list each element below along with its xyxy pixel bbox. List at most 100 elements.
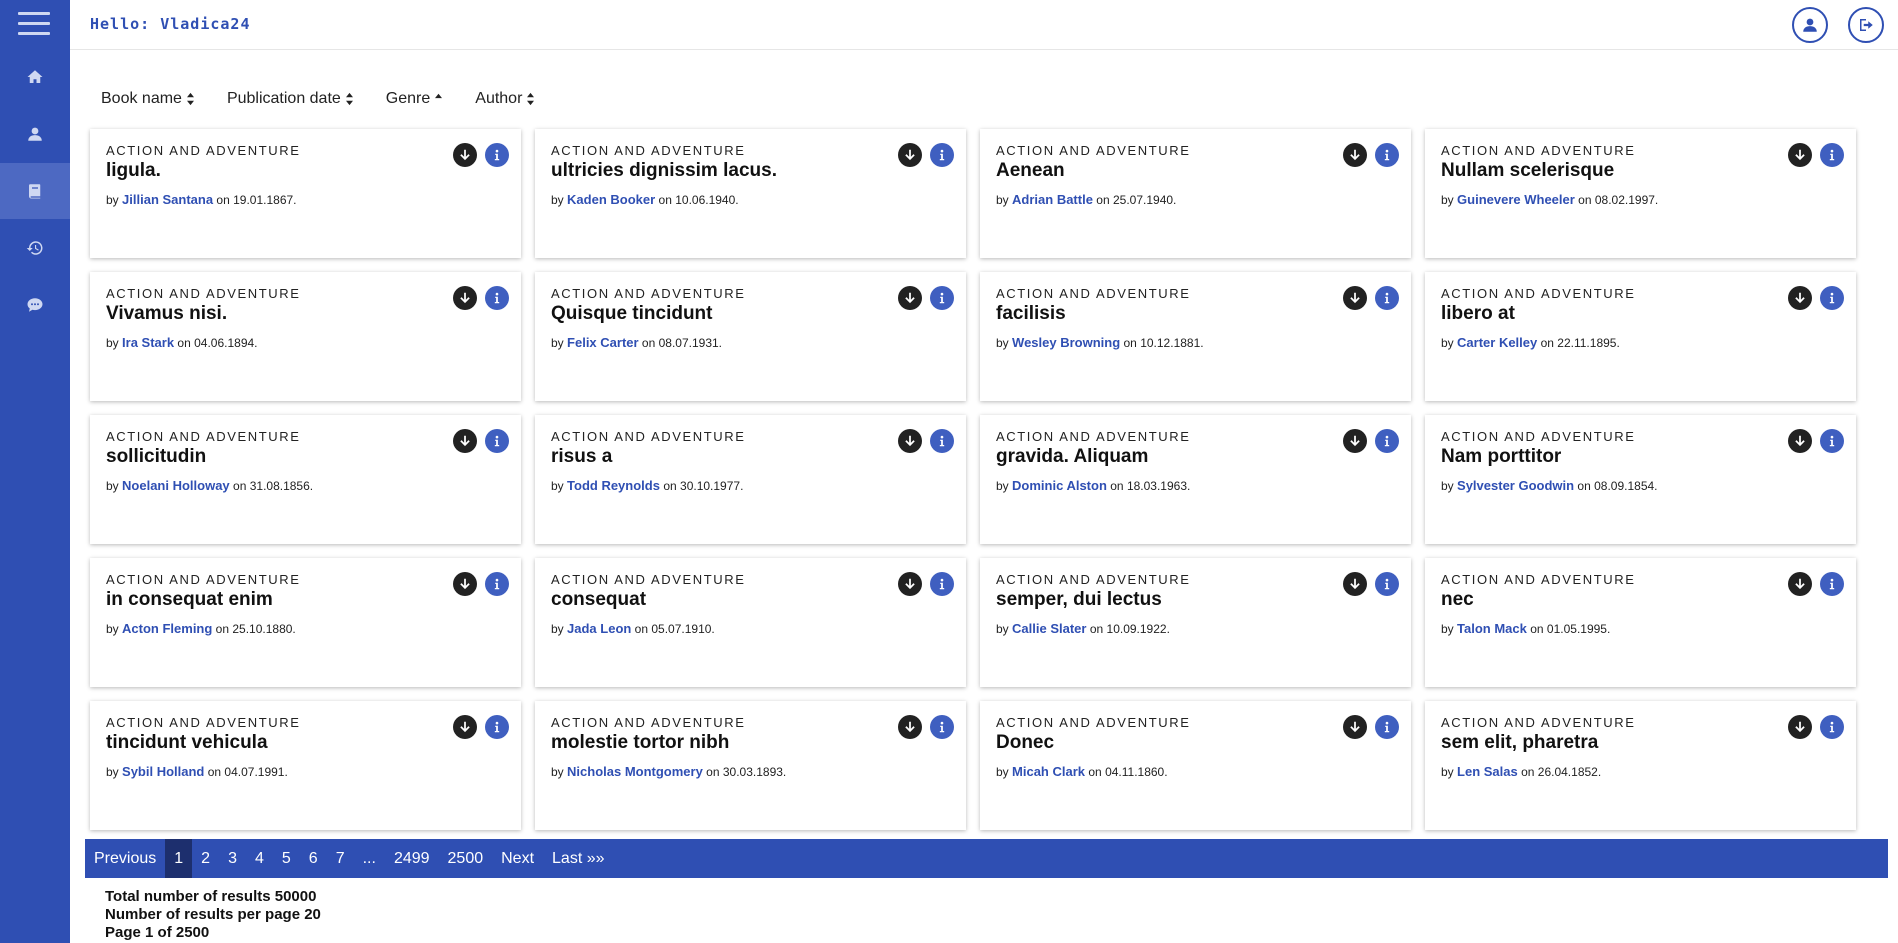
info-button[interactable]: [1820, 143, 1844, 167]
book-byline: by Talon Mack on 01.05.1995.: [1441, 621, 1840, 636]
by-label: by: [1441, 622, 1454, 636]
info-icon: [939, 292, 945, 304]
book-author-link[interactable]: Sybil Holland: [122, 764, 204, 779]
book-actions: [453, 286, 509, 310]
sort-genre[interactable]: Genre: [386, 90, 443, 108]
book-author-link[interactable]: Dominic Alston: [1012, 478, 1107, 493]
download-button[interactable]: [898, 429, 922, 453]
pagination-page-4[interactable]: 4: [246, 839, 273, 878]
info-button[interactable]: [930, 572, 954, 596]
download-button[interactable]: [898, 143, 922, 167]
info-button[interactable]: [485, 143, 509, 167]
pagination-page-1[interactable]: 1: [165, 839, 193, 878]
book-author-link[interactable]: Talon Mack: [1457, 621, 1527, 636]
download-button[interactable]: [1343, 429, 1367, 453]
book-actions: [1343, 715, 1399, 739]
download-button[interactable]: [1788, 429, 1812, 453]
pagination-page-3[interactable]: 3: [219, 839, 246, 878]
arrow-down-icon: [905, 435, 915, 447]
book-author-link[interactable]: Jada Leon: [567, 621, 631, 636]
info-button[interactable]: [1375, 715, 1399, 739]
pagination-last[interactable]: Last »»: [543, 839, 613, 878]
download-button[interactable]: [453, 572, 477, 596]
info-button[interactable]: [485, 715, 509, 739]
info-button[interactable]: [485, 286, 509, 310]
download-button[interactable]: [898, 572, 922, 596]
profile-button[interactable]: [1792, 7, 1828, 43]
download-button[interactable]: [1788, 143, 1812, 167]
pagination-page-2499[interactable]: 2499: [385, 839, 439, 878]
book-author-link[interactable]: Carter Kelley: [1457, 335, 1537, 350]
book-author-link[interactable]: Nicholas Montgomery: [567, 764, 703, 779]
info-button[interactable]: [1375, 572, 1399, 596]
download-button[interactable]: [1788, 572, 1812, 596]
info-button[interactable]: [1375, 429, 1399, 453]
sort-book-name[interactable]: Book name: [101, 90, 195, 108]
download-button[interactable]: [898, 715, 922, 739]
pagination-page-6[interactable]: 6: [300, 839, 327, 878]
info-button[interactable]: [1820, 715, 1844, 739]
book-author-link[interactable]: Noelani Holloway: [122, 478, 230, 493]
book-date: 10.09.1922.: [1106, 622, 1170, 636]
book-author-link[interactable]: Sylvester Goodwin: [1457, 478, 1574, 493]
book-date: 01.05.1995.: [1546, 622, 1611, 636]
download-button[interactable]: [453, 429, 477, 453]
logout-button[interactable]: [1848, 7, 1884, 43]
sidebar-item-books[interactable]: [0, 163, 70, 219]
sort-author[interactable]: Author: [475, 90, 535, 108]
info-button[interactable]: [1820, 429, 1844, 453]
info-button[interactable]: [930, 286, 954, 310]
book-title: gravida. Aliquam: [996, 446, 1149, 467]
book-author-link[interactable]: Acton Fleming: [122, 621, 212, 636]
book-genre: ACTION AND ADVENTURE: [106, 429, 301, 444]
sidebar-item-chat[interactable]: [0, 277, 70, 333]
book-card: ACTION AND ADVENTURE molestie tortor nib…: [535, 701, 966, 830]
book-author-link[interactable]: Jillian Santana: [122, 192, 213, 207]
info-button[interactable]: [930, 429, 954, 453]
download-button[interactable]: [1788, 715, 1812, 739]
info-icon: [494, 578, 500, 590]
pagination-page-5[interactable]: 5: [273, 839, 300, 878]
download-button[interactable]: [1343, 286, 1367, 310]
info-button[interactable]: [1375, 143, 1399, 167]
pagination-next[interactable]: Next: [492, 839, 543, 878]
pagination-page-2[interactable]: 2: [192, 839, 219, 878]
download-button[interactable]: [453, 715, 477, 739]
pagination-previous[interactable]: Previous: [85, 839, 165, 878]
book-author-link[interactable]: Adrian Battle: [1012, 192, 1093, 207]
book-author-link[interactable]: Callie Slater: [1012, 621, 1086, 636]
info-button[interactable]: [485, 572, 509, 596]
info-button[interactable]: [1375, 286, 1399, 310]
menu-hamburger-icon[interactable]: [18, 12, 50, 36]
pagination-page-2500[interactable]: 2500: [439, 839, 493, 878]
sidebar-item-profile[interactable]: [0, 106, 70, 162]
download-button[interactable]: [1343, 572, 1367, 596]
book-author-link[interactable]: Kaden Booker: [567, 192, 655, 207]
book-genre: ACTION AND ADVENTURE: [996, 572, 1191, 587]
sort-publication-date[interactable]: Publication date: [227, 90, 354, 108]
by-label: by: [996, 193, 1009, 207]
pagination-page-7[interactable]: 7: [327, 839, 354, 878]
sidebar-item-home[interactable]: [0, 49, 70, 105]
book-author-link[interactable]: Wesley Browning: [1012, 335, 1120, 350]
book-date: 05.07.1910.: [651, 622, 715, 636]
book-author-link[interactable]: Felix Carter: [567, 335, 639, 350]
book-author-link[interactable]: Ira Stark: [122, 335, 174, 350]
download-button[interactable]: [453, 143, 477, 167]
download-button[interactable]: [453, 286, 477, 310]
info-button[interactable]: [1820, 572, 1844, 596]
book-author-link[interactable]: Todd Reynolds: [567, 478, 660, 493]
info-button[interactable]: [1820, 286, 1844, 310]
download-button[interactable]: [1343, 715, 1367, 739]
info-button[interactable]: [485, 429, 509, 453]
info-button[interactable]: [930, 715, 954, 739]
book-title: sollicitudin: [106, 446, 207, 467]
book-author-link[interactable]: Len Salas: [1457, 764, 1518, 779]
download-button[interactable]: [1788, 286, 1812, 310]
book-author-link[interactable]: Micah Clark: [1012, 764, 1085, 779]
book-author-link[interactable]: Guinevere Wheeler: [1457, 192, 1575, 207]
sidebar-item-history[interactable]: [0, 220, 70, 276]
download-button[interactable]: [1343, 143, 1367, 167]
info-button[interactable]: [930, 143, 954, 167]
download-button[interactable]: [898, 286, 922, 310]
